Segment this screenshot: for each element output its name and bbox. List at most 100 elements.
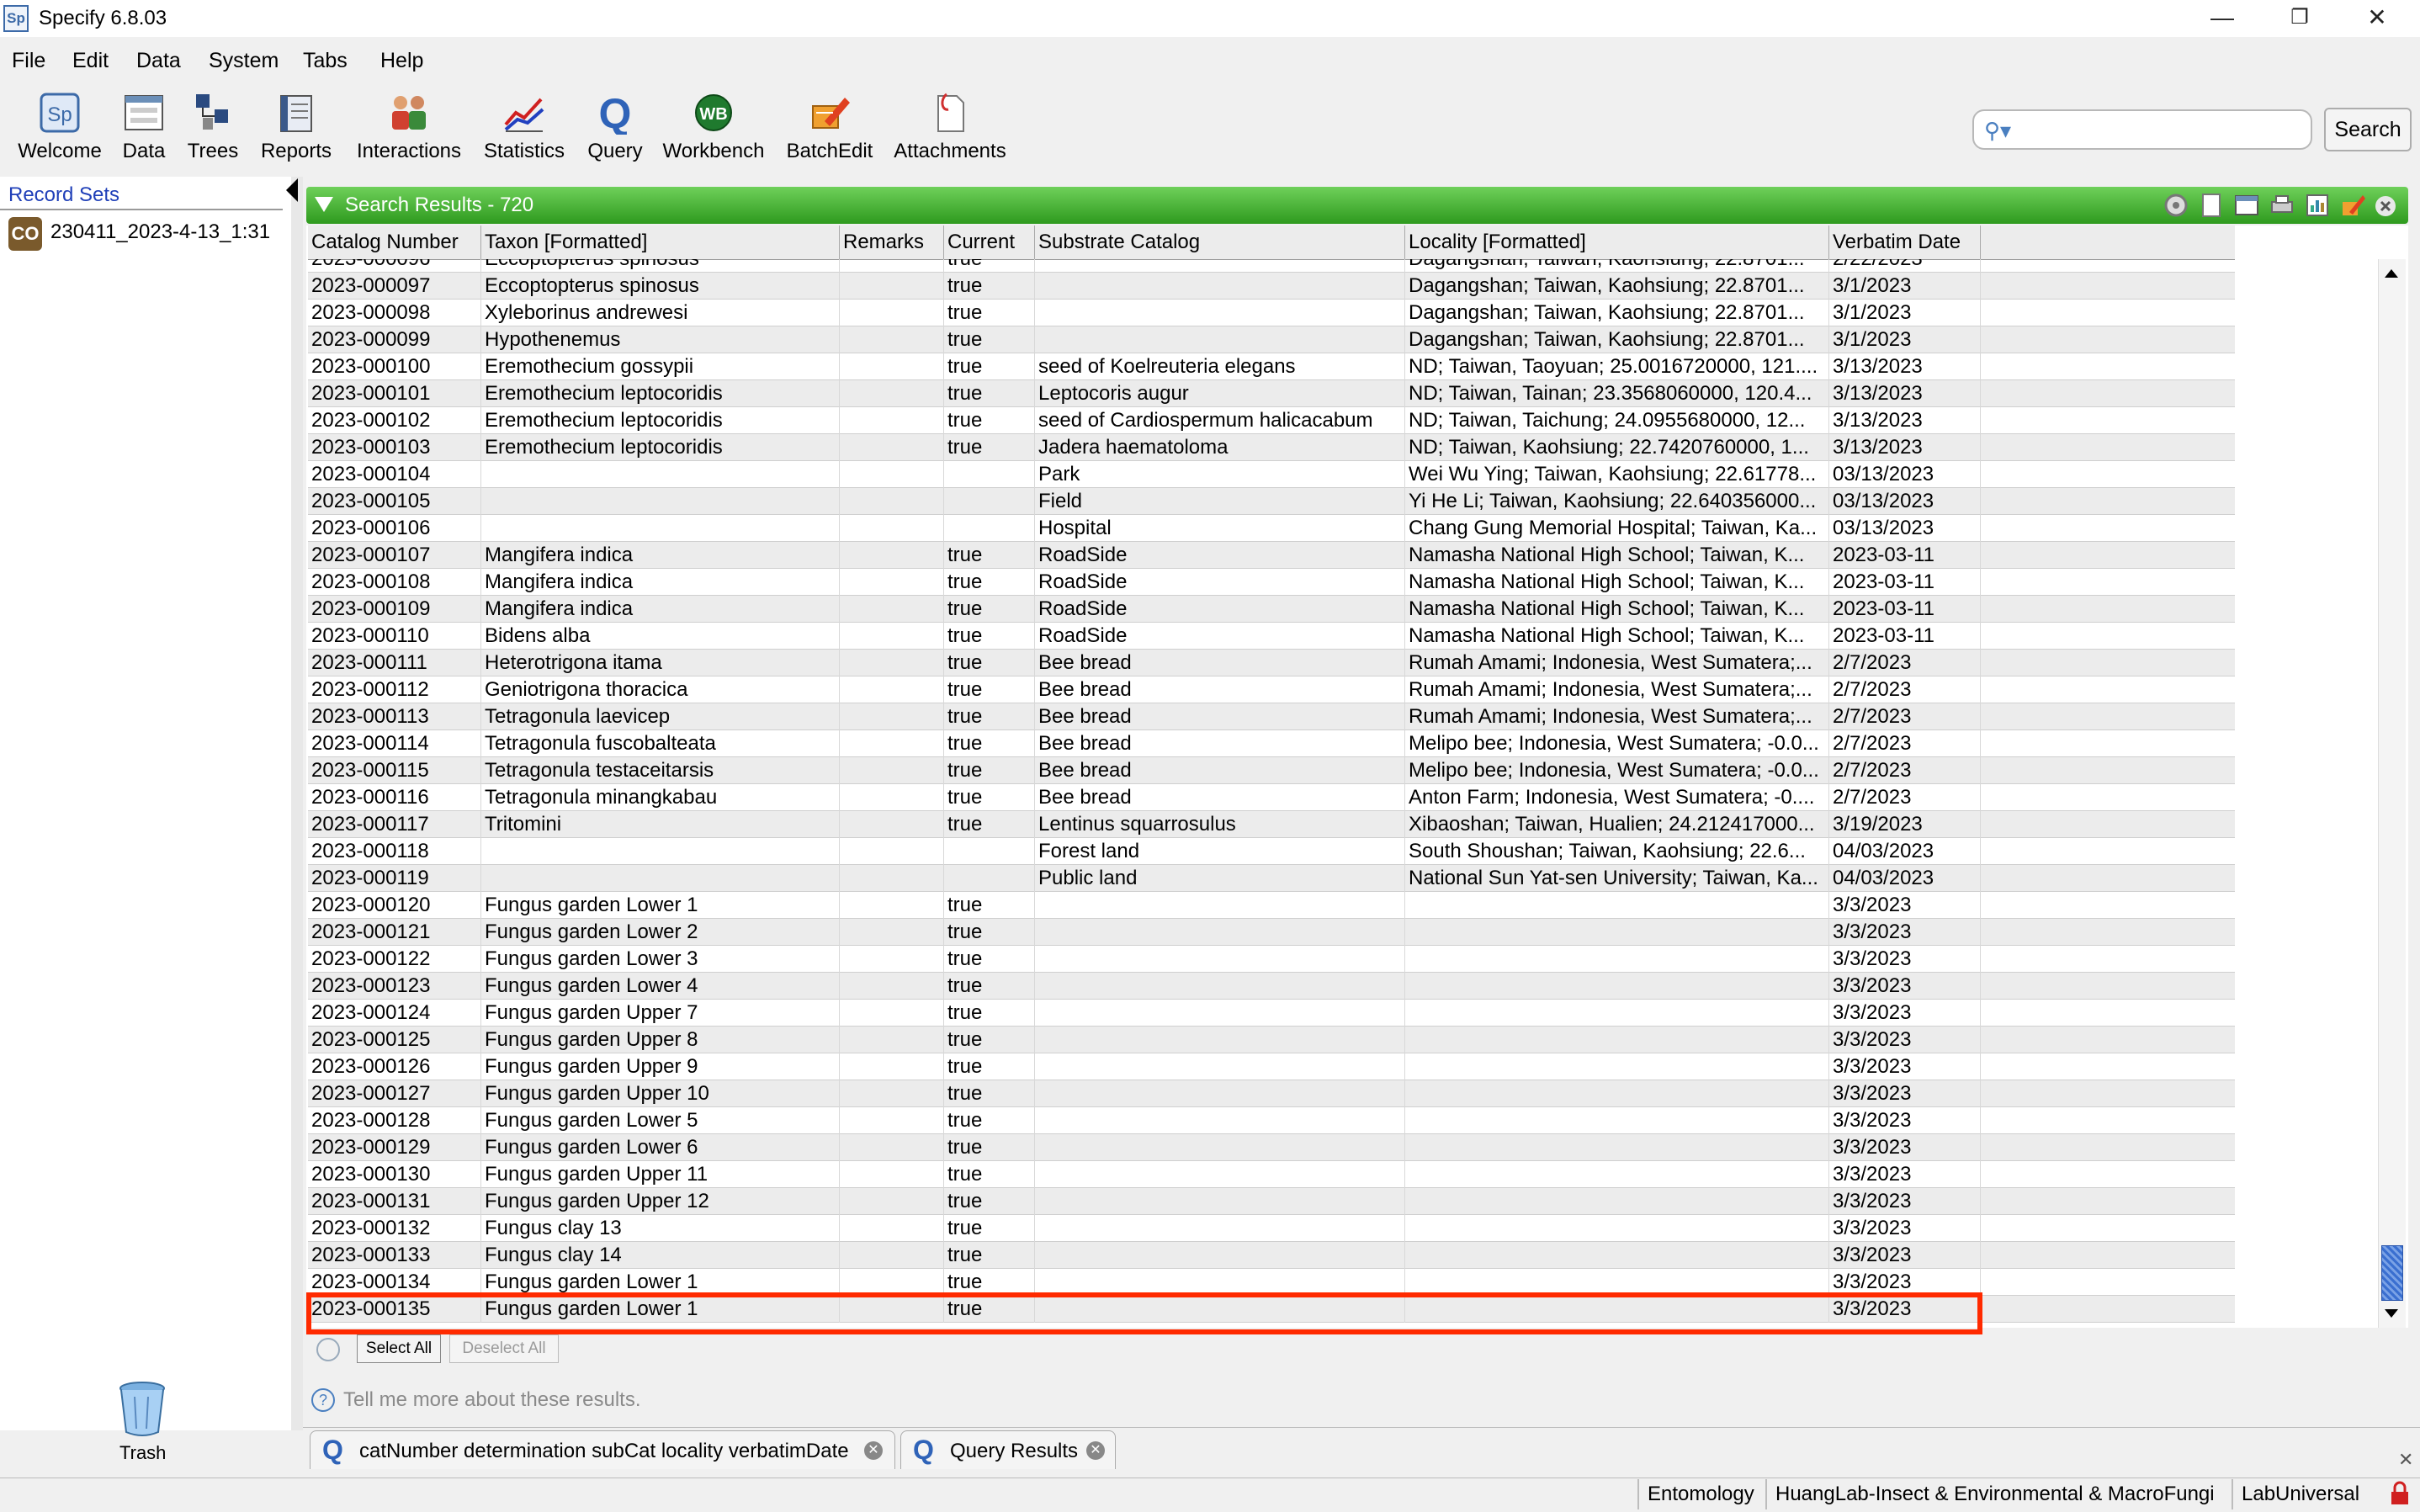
select-all-button[interactable]: Select All: [357, 1334, 441, 1363]
document-icon[interactable]: [2198, 192, 2225, 219]
table-row[interactable]: 2023-000127 Fungus garden Upper 10 true 3/3…: [308, 1080, 2235, 1107]
tab-query-results[interactable]: Q Query Results ✕: [900, 1430, 1116, 1469]
table-row[interactable]: 2023-000114 Tetragonula fuscobalteata true…: [308, 730, 2235, 757]
table-row[interactable]: 2023-000107 Mangifera indica true RoadSide N…: [308, 542, 2235, 569]
record-set-item[interactable]: 230411_2023-4-13_1:31: [50, 220, 270, 244]
table-row[interactable]: 2023-000115 Tetragonula testaceitarsis tru…: [308, 757, 2235, 784]
chart-icon[interactable]: [2304, 192, 2331, 219]
lock-icon[interactable]: [2388, 1481, 2412, 1506]
table-row[interactable]: 2023-000123 Fungus garden Lower 4 true 3/3/…: [308, 973, 2235, 1000]
scroll-down-arrow-icon[interactable]: [2378, 1299, 2405, 1328]
column-catalog-number[interactable]: Catalog Number: [308, 225, 481, 259]
table-row[interactable]: 2023-000100 Eremothecium gossypii true seed…: [308, 353, 2235, 380]
close-all-tabs-icon[interactable]: ✕: [2398, 1449, 2413, 1471]
table-row[interactable]: 2023-000129 Fungus garden Lower 6 true 3/3/…: [308, 1134, 2235, 1161]
results-collapse-icon[interactable]: [315, 197, 333, 212]
table-row[interactable]: 2023-000125 Fungus garden Upper 8 true 3/3/…: [308, 1027, 2235, 1053]
tab-query-definition[interactable]: Q catNumber determination subCat localit…: [310, 1430, 895, 1469]
table-row[interactable]: 2023-000105 Field Yi He Li; Taiwan, Kaohsi…: [308, 488, 2235, 515]
table-row[interactable]: 2023-000113 Tetragonula laevicep true Bee b…: [308, 703, 2235, 730]
table-row[interactable]: 2023-000116 Tetragonula minangkabau true Be…: [308, 784, 2235, 811]
table-row[interactable]: 2023-000097 Eccoptopterus spinosus true Dag…: [308, 273, 2235, 300]
table-row[interactable]: 2023-000132 Fungus clay 13 true 3/3/2023: [308, 1215, 2235, 1242]
print-icon[interactable]: [2269, 192, 2295, 219]
table-row[interactable]: 2023-000098 Xyleborinus andrewesi true Daga…: [308, 300, 2235, 326]
menu-system[interactable]: System: [209, 49, 279, 73]
column-verbatim-date[interactable]: Verbatim Date: [1829, 225, 1981, 259]
help-icon[interactable]: ?: [311, 1388, 335, 1412]
scrollbar-thumb[interactable]: [2381, 1245, 2403, 1301]
table-row[interactable]: 2023-000102 Eremothecium leptocoridis true…: [308, 407, 2235, 434]
batch-edit-icon[interactable]: [2339, 192, 2366, 219]
table-row[interactable]: 2023-000108 Mangifera indica true RoadSide N…: [308, 569, 2235, 596]
scroll-up-arrow-icon[interactable]: [2378, 259, 2405, 288]
table-row[interactable]: 2023-000133 Fungus clay 14 true 3/3/2023: [308, 1242, 2235, 1269]
maximize-button[interactable]: ❐: [2262, 0, 2338, 37]
workbench-button[interactable]: WB Workbench: [660, 91, 767, 163]
table-row[interactable]: 2023-000111 Heterotrigona itama true Bee br…: [308, 650, 2235, 676]
help-link[interactable]: Tell me more about these results.: [343, 1388, 641, 1412]
column-locality[interactable]: Locality [Formatted]: [1405, 225, 1829, 259]
cell-locality: [1405, 919, 1829, 946]
search-button[interactable]: Search: [2324, 108, 2412, 151]
table-row[interactable]: 2023-000131 Fungus garden Upper 12 true 3/3…: [308, 1188, 2235, 1215]
search-input[interactable]: ⚲▾: [1972, 109, 2312, 150]
menu-tabs[interactable]: Tabs: [303, 49, 348, 73]
collapse-arrow-icon[interactable]: [286, 178, 298, 202]
close-results-icon[interactable]: [2375, 195, 2396, 217]
table-row[interactable]: 2023-000106 Hospital Chang Gung Memorial H…: [308, 515, 2235, 542]
table-row[interactable]: 2023-000104 Park Wei Wu Ying; Taiwan, Kaoh…: [308, 461, 2235, 488]
batchedit-button[interactable]: BatchEdit: [783, 91, 877, 163]
attachments-button[interactable]: Attachments: [892, 91, 1008, 163]
menu-help[interactable]: Help: [380, 49, 423, 73]
form-icon[interactable]: [2233, 192, 2260, 219]
column-remarks[interactable]: Remarks: [840, 225, 944, 259]
table-row[interactable]: 2023-000096Eccoptopterus spinosus true Dag…: [308, 259, 2235, 273]
table-row[interactable]: 2023-000110 Bidens alba true RoadSide Namash…: [308, 623, 2235, 650]
splitter-handle[interactable]: [291, 177, 303, 1430]
table-row[interactable]: 2023-000112 Geniotrigona thoracica true Bee…: [308, 676, 2235, 703]
minimize-button[interactable]: —: [2184, 0, 2260, 37]
cell-current: true: [944, 703, 1035, 730]
trees-button[interactable]: Trees: [180, 91, 246, 163]
table-row[interactable]: 2023-000121 Fungus garden Lower 2 true 3/3/…: [308, 919, 2235, 946]
table-row[interactable]: 2023-000126 Fungus garden Upper 9 true 3/3/…: [308, 1053, 2235, 1080]
table-row[interactable]: 2023-000128 Fungus garden Lower 5 true 3/3/…: [308, 1107, 2235, 1134]
table-row[interactable]: 2023-000124 Fungus garden Upper 7 true 3/3/…: [308, 1000, 2235, 1027]
interactions-button[interactable]: Interactions: [350, 91, 468, 163]
menu-file[interactable]: File: [12, 49, 45, 73]
table-row[interactable]: 2023-000130 Fungus garden Upper 11 true 3/3…: [308, 1161, 2235, 1188]
tab-close-icon[interactable]: ✕: [864, 1441, 883, 1460]
cell-verbatim-date: 3/1/2023: [1829, 326, 1981, 353]
data-button[interactable]: Data: [113, 91, 175, 163]
deselect-all-button[interactable]: Deselect All: [449, 1334, 559, 1363]
table-row[interactable]: 2023-000119 Public land National Sun Yat-s…: [308, 865, 2235, 892]
menu-data[interactable]: Data: [136, 49, 181, 73]
table-row[interactable]: 2023-000122 Fungus garden Lower 3 true 3/3/…: [308, 946, 2235, 973]
table-row[interactable]: 2023-000101 Eremothecium leptocoridis true…: [308, 380, 2235, 407]
table-row[interactable]: 2023-000109 Mangifera indica true RoadSide N…: [308, 596, 2235, 623]
table-row[interactable]: 2023-000099 Hypothenemus true Dagangshan; T…: [308, 326, 2235, 353]
trash-icon[interactable]: [118, 1380, 167, 1437]
table-row[interactable]: 2023-000118 Forest land South Shoushan; Ta…: [308, 838, 2235, 865]
table-row[interactable]: 2023-000117 Tritomini true Lentinus squarro…: [308, 811, 2235, 838]
gear-icon[interactable]: [2163, 192, 2189, 219]
cell-substrate: [1035, 1027, 1405, 1053]
cell-catalog-number: 2023-000123: [308, 973, 481, 1000]
close-button[interactable]: ✕: [2339, 0, 2415, 37]
column-substrate-catalog[interactable]: Substrate Catalog: [1035, 225, 1405, 259]
table-row[interactable]: 2023-000103 Eremothecium leptocoridis true…: [308, 434, 2235, 461]
cell-current: true: [944, 407, 1035, 434]
cell-catalog-number: 2023-000124: [308, 1000, 481, 1027]
vertical-scrollbar[interactable]: [2378, 259, 2406, 1328]
tab-close-icon[interactable]: ✕: [1086, 1441, 1105, 1460]
query-button[interactable]: Q Query: [581, 91, 650, 163]
column-taxon[interactable]: Taxon [Formatted]: [481, 225, 840, 259]
menu-edit[interactable]: Edit: [72, 49, 109, 73]
column-current[interactable]: Current: [944, 225, 1035, 259]
statistics-button[interactable]: Statistics: [480, 91, 569, 163]
table-row[interactable]: 2023-000120 Fungus garden Lower 1 true 3/3/…: [308, 892, 2235, 919]
welcome-button[interactable]: Sp Welcome: [10, 91, 109, 163]
reports-button[interactable]: Reports: [254, 91, 338, 163]
record-sets-title[interactable]: Record Sets: [8, 183, 119, 207]
